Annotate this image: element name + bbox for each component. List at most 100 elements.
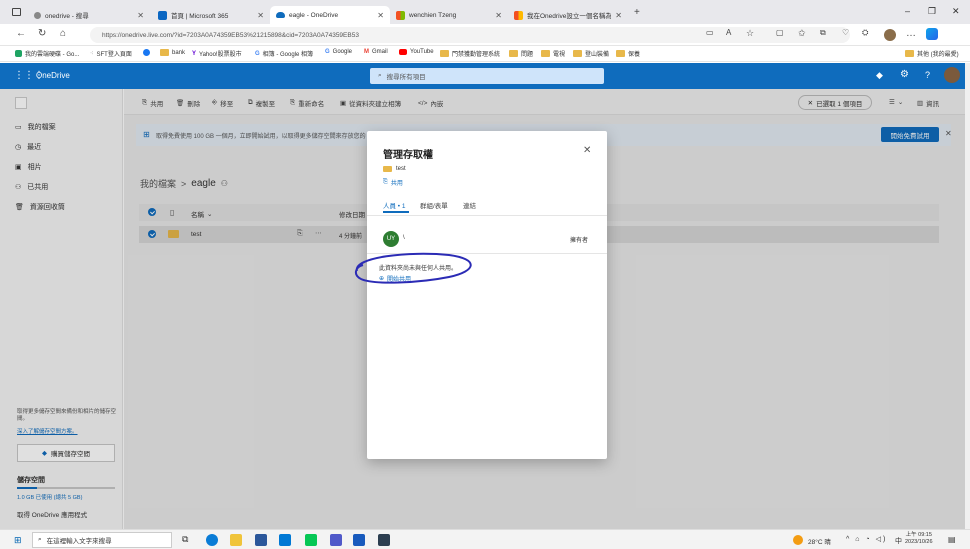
bookmark-item[interactable]: 我的雲端硬碟 - Go... xyxy=(15,49,79,58)
input-language[interactable]: 中 xyxy=(895,536,902,546)
tab-label: 首頁 | Microsoft 365 xyxy=(171,13,229,20)
browser-tab-bar: onedrive - 搜尋 ✕ 首頁 | Microsoft 365 ✕ eag… xyxy=(0,0,970,24)
tab-label: eagle - OneDrive xyxy=(289,11,339,19)
bookmark-label: 門禁獲勤管理系統 xyxy=(452,52,501,58)
clock-time: 上午 09:15 xyxy=(905,532,932,538)
close-icon[interactable]: ✕ xyxy=(495,11,502,20)
browser-tab-5[interactable]: 我在Onedrive設立一個名稱為eagle... ✕ xyxy=(508,6,628,24)
bookmark-item[interactable]: 登山裝備 xyxy=(573,49,609,58)
page-scrollbar[interactable] xyxy=(965,63,970,529)
back-icon[interactable]: ← xyxy=(16,28,26,39)
microsoft-icon xyxy=(514,10,523,20)
folder-icon xyxy=(160,49,169,56)
performance-icon[interactable]: ♡ xyxy=(842,28,849,37)
bookmark-label: 其他 (我的最愛) xyxy=(917,52,959,58)
bookmark-item[interactable]: Y Yahoo!股票股市 xyxy=(192,49,242,59)
close-icon[interactable]: ✕ xyxy=(377,11,384,20)
maximize-button[interactable]: ❐ xyxy=(928,6,936,17)
dialog-title: 管理存取權 xyxy=(383,150,433,161)
close-window-button[interactable]: ✕ xyxy=(952,6,960,17)
folder-icon xyxy=(541,50,550,57)
bookmark-label: 我的雲端硬碟 - Go... xyxy=(25,52,80,58)
notification-icon[interactable]: ▤ xyxy=(948,535,956,544)
taskbar-search-input[interactable]: ⌕ 在這裡輸入文字來搜尋 xyxy=(32,532,172,548)
system-tray-icons[interactable]: ^ ⌂ ◔ ◁) xyxy=(846,535,887,543)
home-icon[interactable]: ⌂ xyxy=(60,28,66,39)
file-explorer-icon[interactable] xyxy=(230,534,242,546)
bookmark-item[interactable]: G Google xyxy=(325,49,352,55)
bookmark-item[interactable]: ⁖ SFT登入頁面 xyxy=(90,49,132,58)
edge-app-icon[interactable] xyxy=(206,534,218,546)
search-icon: ⌕ xyxy=(378,72,382,79)
settings-gear-icon[interactable]: ⚙ xyxy=(900,69,909,80)
google-icon: G xyxy=(325,49,330,55)
task-view-icon[interactable]: ⧉ xyxy=(182,534,188,545)
bookmark-other[interactable]: 其他 (我的最愛) xyxy=(905,49,959,58)
account-avatar[interactable] xyxy=(944,67,960,83)
search-icon xyxy=(34,11,41,19)
address-bar-row: ← ↻ ⌂ https://onedrive.live.com/?id=7203… xyxy=(0,24,970,46)
weather-text[interactable]: 28°C 晴 xyxy=(808,536,831,546)
favorite-star-icon[interactable]: ☆ xyxy=(746,28,754,39)
bookmark-item[interactable]: 電視 xyxy=(541,49,565,58)
yahoo-icon: Y xyxy=(192,50,197,57)
bookmark-item[interactable]: 保養 xyxy=(616,49,640,58)
copilot-icon[interactable] xyxy=(926,28,938,40)
teams-app-icon[interactable] xyxy=(330,534,342,546)
manage-access-dialog: 管理存取權 ✕ test ⎘ 共用 人員 • 1 群組/表單 連結 UY \ 擁有… xyxy=(355,131,607,459)
search-input[interactable]: ⌕ 搜尋所有項目 xyxy=(370,68,604,84)
refresh-icon[interactable]: ↻ xyxy=(38,28,46,39)
minimize-button[interactable]: – xyxy=(905,6,910,16)
app-available-icon[interactable]: ▭ xyxy=(706,28,714,37)
owner-role: 擁有者 xyxy=(570,238,589,244)
help-icon[interactable]: ? xyxy=(925,70,930,80)
close-icon[interactable]: ✕ xyxy=(615,11,622,20)
dialog-share-link[interactable]: ⎘ 共用 xyxy=(383,178,403,187)
bookmark-item[interactable] xyxy=(143,49,150,56)
browser-tab-4[interactable]: wenchien Tzeng ✕ xyxy=(390,6,508,24)
url-text: https://onedrive.live.com/?id=7203A0A743… xyxy=(102,31,359,39)
bookmark-item[interactable]: M Gmail xyxy=(364,49,388,55)
bookmark-item[interactable]: YouTube xyxy=(399,49,434,55)
split-screen-icon[interactable]: ▢ xyxy=(776,28,784,37)
new-tab-button[interactable]: + xyxy=(634,7,640,18)
bookmark-item[interactable]: 門禁獲勤管理系統 xyxy=(440,49,500,58)
clock[interactable]: 上午 09:15 2023/10/26 xyxy=(905,532,933,546)
app-icon[interactable] xyxy=(378,534,390,546)
bookmark-item[interactable]: bank xyxy=(160,49,185,56)
store-app-icon[interactable] xyxy=(255,534,267,546)
bookmark-item[interactable]: G 相簿 - Google 相簿 xyxy=(255,49,314,59)
browser-tab-2[interactable]: 首頁 | Microsoft 365 ✕ xyxy=(152,6,270,24)
word-app-icon[interactable] xyxy=(353,534,365,546)
read-aloud-icon[interactable]: A xyxy=(726,28,731,37)
close-icon[interactable]: ✕ xyxy=(583,145,591,156)
browser-tab-1[interactable]: onedrive - 搜尋 ✕ xyxy=(28,6,150,24)
windows-start-icon[interactable]: ⊞ xyxy=(14,535,22,546)
close-icon[interactable]: ✕ xyxy=(137,11,144,20)
collections-icon[interactable]: ⧉ xyxy=(820,28,826,38)
bookmark-item[interactable]: 問題 xyxy=(509,49,533,58)
line-app-icon[interactable] xyxy=(305,534,317,546)
mail-app-icon[interactable] xyxy=(279,534,291,546)
browser-tab-3[interactable]: eagle - OneDrive ✕ xyxy=(270,6,390,24)
windows-taskbar: ⊞ ⌕ 在這裡輸入文字來搜尋 ⧉ 28°C 晴 ^ ⌂ ◔ ◁) 中 上午 09:… xyxy=(0,529,970,549)
profile-avatar[interactable] xyxy=(884,29,896,41)
favorites-icon[interactable]: ✩ xyxy=(798,28,806,39)
more-icon[interactable]: … xyxy=(906,28,916,39)
close-icon[interactable]: ✕ xyxy=(257,11,264,20)
weather-sun-icon[interactable] xyxy=(793,535,803,545)
m365-icon xyxy=(158,10,167,20)
url-field[interactable]: https://onedrive.live.com/?id=7203A0A743… xyxy=(90,27,850,43)
tab-people[interactable]: 人員 • 1 xyxy=(383,200,406,210)
bookmark-label: 相簿 - Google 相簿 xyxy=(262,52,314,58)
tab-selected-indicator xyxy=(383,211,409,213)
hand-drawn-highlight-circle xyxy=(355,252,472,284)
facebook-icon xyxy=(143,49,150,56)
clock-date: 2023/10/26 xyxy=(905,539,933,546)
tab-actions-icon[interactable] xyxy=(12,8,21,16)
extension-icon[interactable]: ⛭ xyxy=(862,28,868,38)
folder-icon xyxy=(440,50,449,57)
tab-links[interactable]: 連結 xyxy=(463,200,476,210)
tab-groups[interactable]: 群組/表單 xyxy=(420,200,448,210)
premium-diamond-icon[interactable]: ◆ xyxy=(876,70,883,81)
